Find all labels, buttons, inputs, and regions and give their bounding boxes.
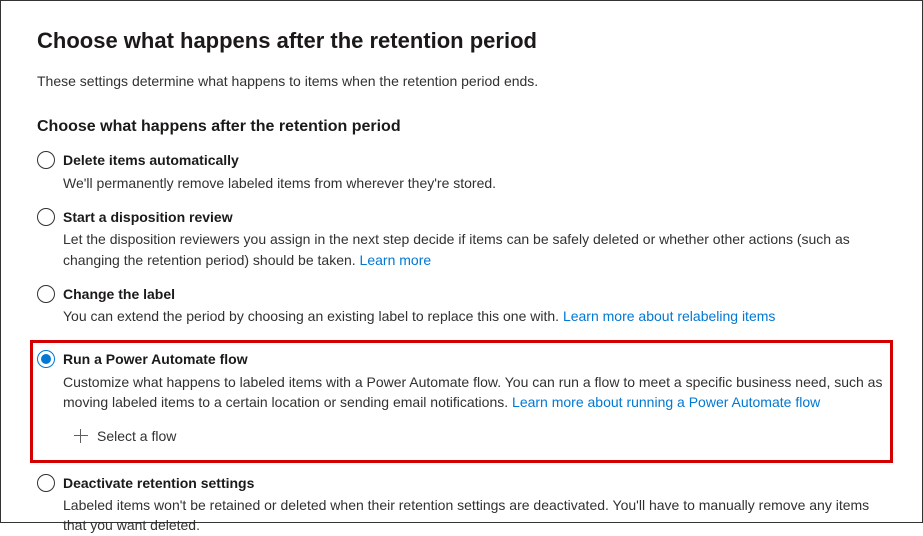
page-title: Choose what happens after the retention … <box>37 25 886 57</box>
desc-text: Let the disposition reviewers you assign… <box>63 231 850 267</box>
select-flow-button[interactable]: Select a flow <box>73 426 176 446</box>
option-label: Delete items automatically <box>63 150 886 170</box>
option-desc: Let the disposition reviewers you assign… <box>63 229 886 270</box>
option-desc: Customize what happens to labeled items … <box>63 372 886 413</box>
option-label: Deactivate retention settings <box>63 473 886 493</box>
option-power-automate-flow[interactable]: Run a Power Automate flow Customize what… <box>30 340 893 462</box>
plus-icon <box>73 428 89 444</box>
option-deactivate-retention[interactable]: Deactivate retention settings Labeled it… <box>37 473 886 536</box>
option-desc: You can extend the period by choosing an… <box>63 306 886 326</box>
option-change-label[interactable]: Change the label You can extend the peri… <box>37 284 886 327</box>
radio-disposition[interactable] <box>37 208 55 226</box>
radio-delete[interactable] <box>37 151 55 169</box>
option-body: Run a Power Automate flow Customize what… <box>63 349 886 449</box>
radio-change-label[interactable] <box>37 285 55 303</box>
learn-more-relabeling-link[interactable]: Learn more about relabeling items <box>563 308 775 324</box>
radio-deactivate[interactable] <box>37 474 55 492</box>
option-body: Start a disposition review Let the dispo… <box>63 207 886 270</box>
option-label: Change the label <box>63 284 886 304</box>
page-subtitle: These settings determine what happens to… <box>37 71 886 91</box>
option-label: Run a Power Automate flow <box>63 349 886 369</box>
select-flow-label: Select a flow <box>97 426 176 446</box>
learn-more-power-automate-link[interactable]: Learn more about running a Power Automat… <box>512 394 820 410</box>
option-body: Delete items automatically We'll permane… <box>63 150 886 193</box>
option-desc: Labeled items won't be retained or delet… <box>63 495 886 536</box>
radio-power-automate[interactable] <box>37 350 55 368</box>
option-body: Deactivate retention settings Labeled it… <box>63 473 886 536</box>
option-delete-automatically[interactable]: Delete items automatically We'll permane… <box>37 150 886 193</box>
option-label: Start a disposition review <box>63 207 886 227</box>
section-title: Choose what happens after the retention … <box>37 115 886 138</box>
option-disposition-review[interactable]: Start a disposition review Let the dispo… <box>37 207 886 270</box>
learn-more-link[interactable]: Learn more <box>360 252 432 268</box>
desc-text: You can extend the period by choosing an… <box>63 308 563 324</box>
option-desc: We'll permanently remove labeled items f… <box>63 173 886 193</box>
option-body: Change the label You can extend the peri… <box>63 284 886 327</box>
